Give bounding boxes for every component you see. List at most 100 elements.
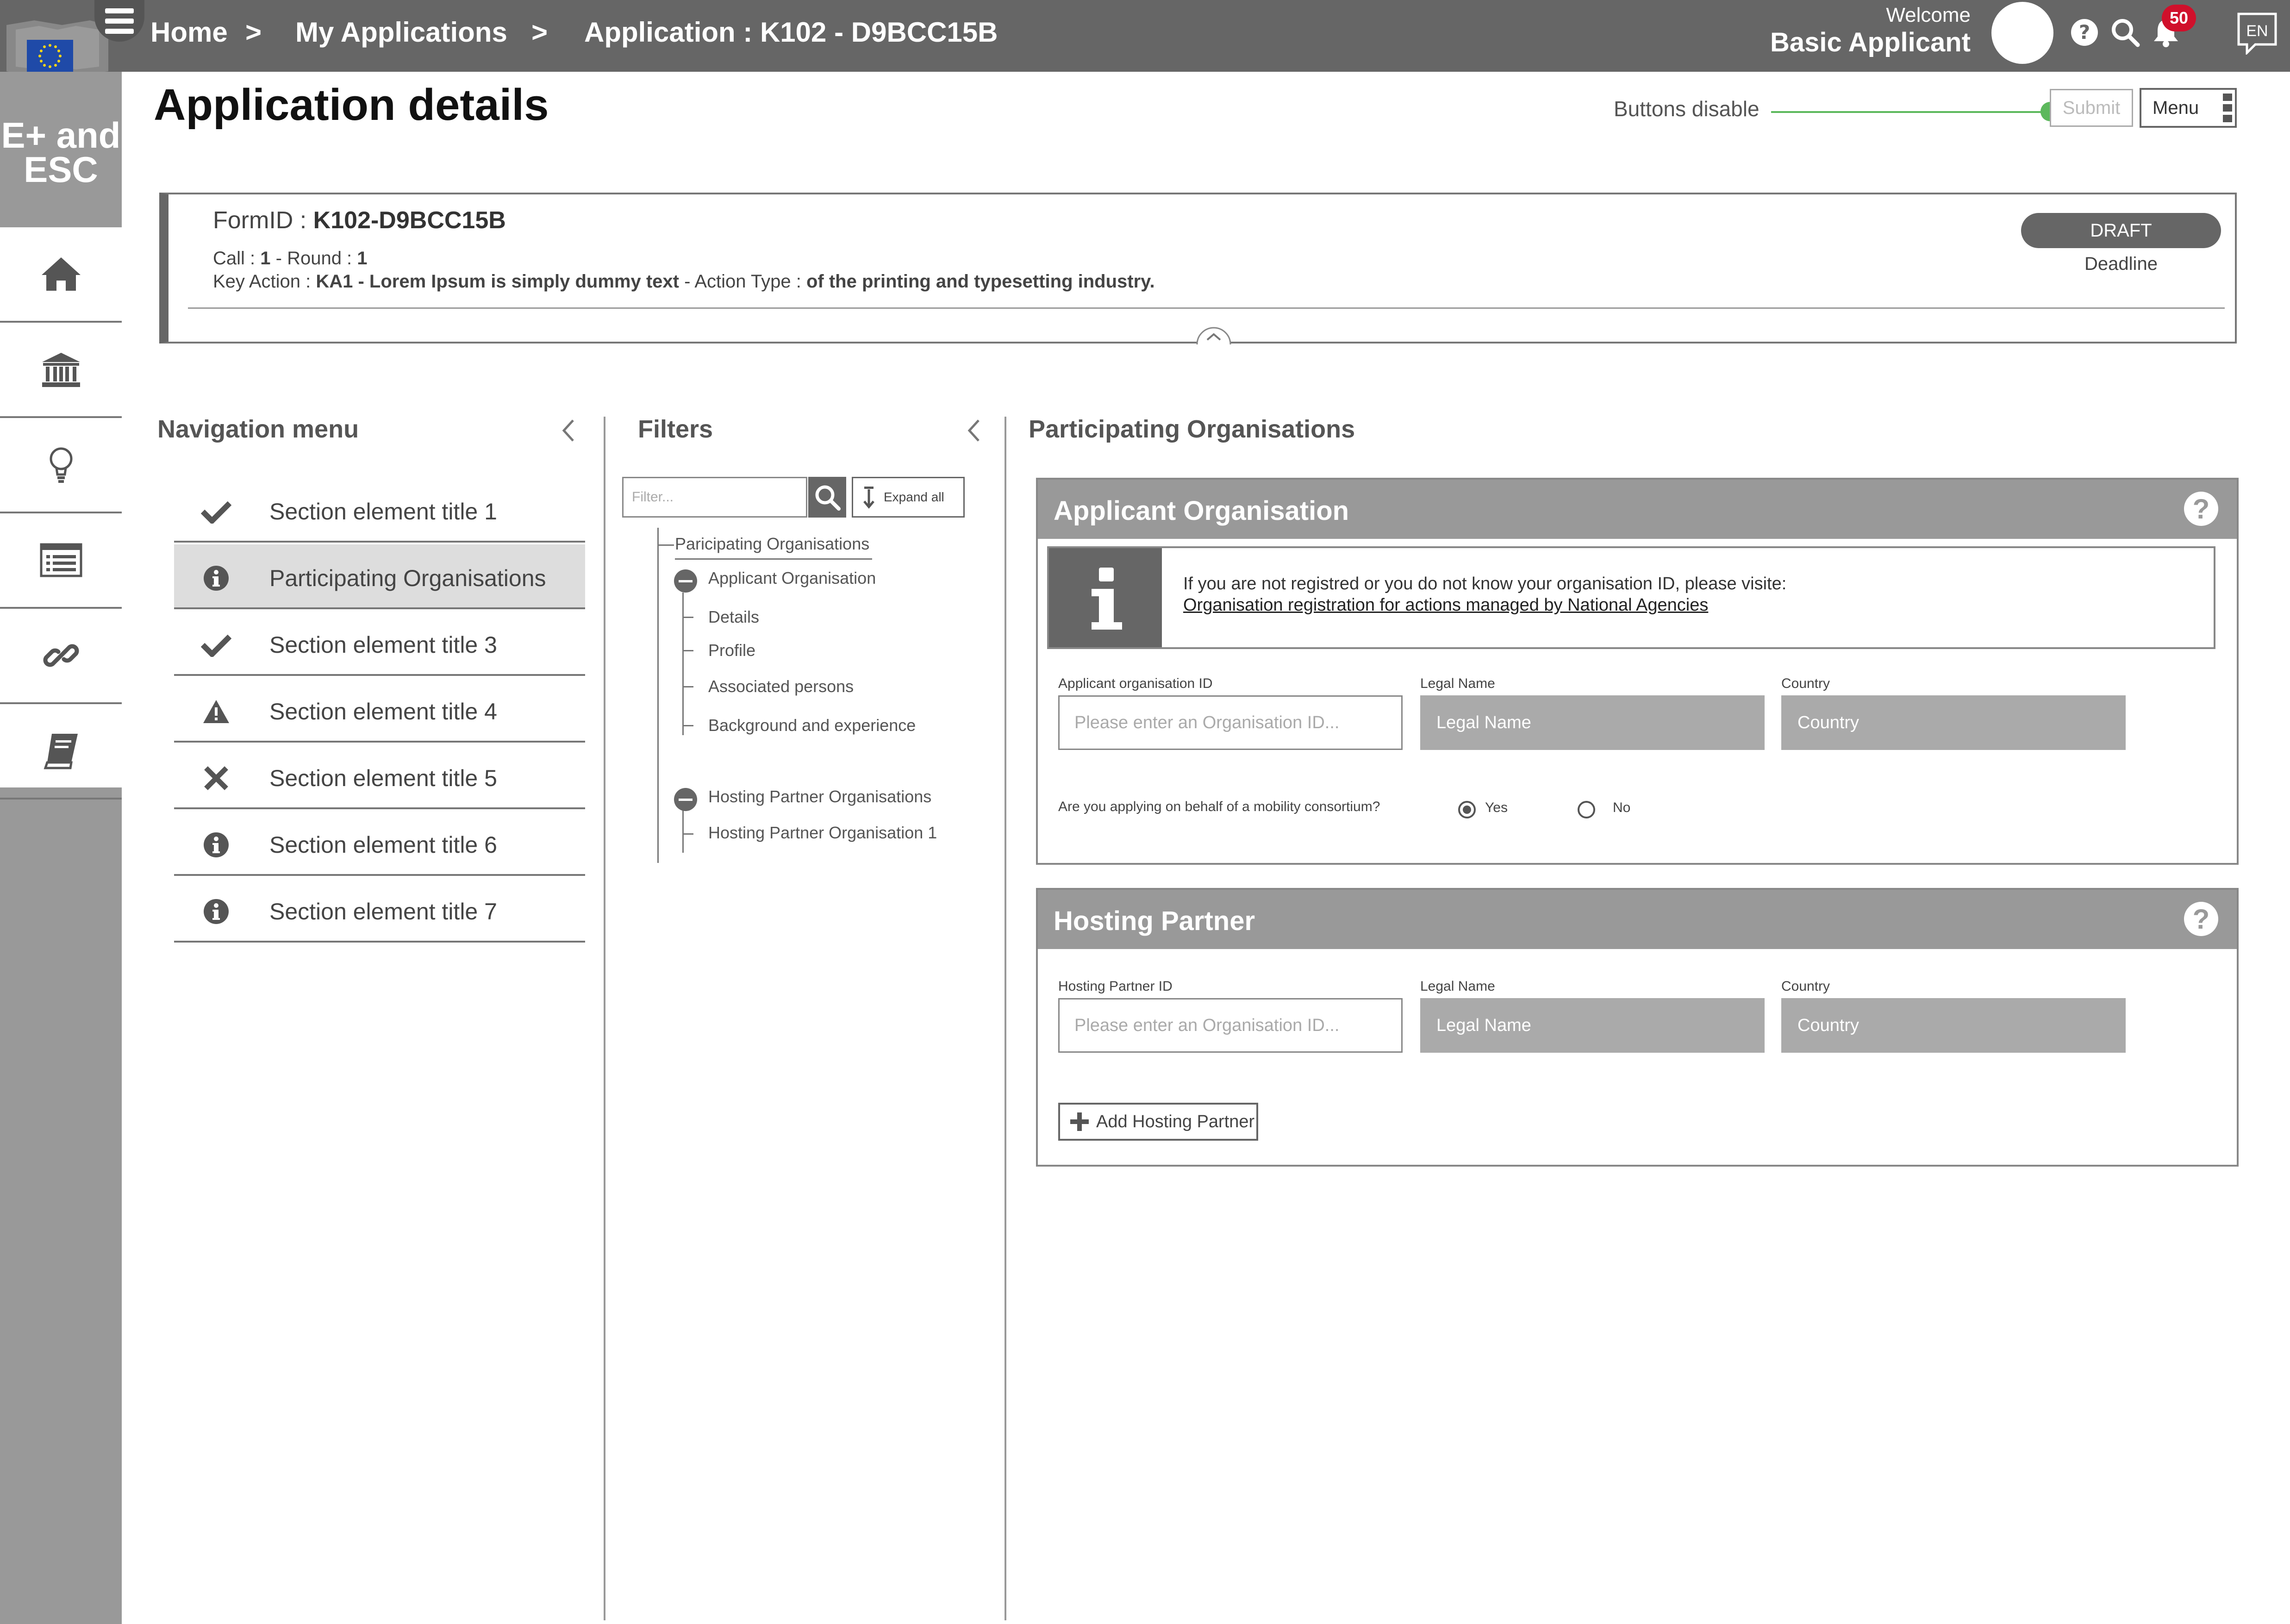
sidebar-item-home[interactable] xyxy=(0,227,122,323)
tree-line xyxy=(657,544,674,546)
svg-text:?: ? xyxy=(2079,21,2090,44)
tree-collapse-icon[interactable] xyxy=(674,788,697,811)
filters-title: Filters xyxy=(638,415,713,443)
nav-item-section-7[interactable]: Section element title 7 xyxy=(174,878,585,943)
info-icon xyxy=(201,896,231,927)
expand-arrow-icon xyxy=(863,487,874,509)
registration-link[interactable]: Organisation registration for actions ma… xyxy=(1183,595,1708,615)
info-text: If you are not registred or you do not k… xyxy=(1183,574,1787,593)
nav-item-section-4[interactable]: Section element title 4 xyxy=(174,678,585,743)
country-label: Country xyxy=(1781,979,1830,994)
tree-line xyxy=(682,686,693,687)
action-type-value: of the printing and typesetting industry… xyxy=(806,271,1155,292)
filter-search-button[interactable] xyxy=(808,477,846,518)
filter-input[interactable]: Filter... xyxy=(622,477,807,518)
breadcrumb-my-applications[interactable]: My Applications xyxy=(295,14,507,51)
call-round-line: Call : 1 - Round : 1 xyxy=(213,248,368,269)
nav-item-label: Section element title 1 xyxy=(269,499,497,525)
book-icon xyxy=(44,734,78,769)
menu-button-label: Menu xyxy=(2153,97,2199,118)
tree-item-background-experience[interactable]: Background and experience xyxy=(708,716,916,735)
sidebar-item-list[interactable] xyxy=(0,513,122,609)
add-hosting-partner-button[interactable]: Add Hosting Partner xyxy=(1058,1103,1258,1141)
collapse-left-chevron-icon[interactable] xyxy=(559,417,578,444)
country-field: Country xyxy=(1781,695,2126,750)
country-field: Country xyxy=(1781,998,2126,1053)
panel-header: Hosting Partner ? xyxy=(1038,890,2237,949)
breadcrumb-application: Application : K102 - D9BCC15B xyxy=(584,17,998,48)
check-icon xyxy=(201,630,231,660)
expand-all-button[interactable]: Expand all xyxy=(852,477,965,518)
radio-no-label: No xyxy=(1613,800,1631,815)
help-icon[interactable]: ? xyxy=(2184,492,2218,526)
sidebar-menu xyxy=(0,227,122,800)
collapse-left-chevron-icon[interactable] xyxy=(965,417,983,444)
radio-yes-label: Yes xyxy=(1485,800,1508,815)
form-id: FormID : K102-D9BCC15B xyxy=(213,206,506,234)
nav-item-section-3[interactable]: Section element title 3 xyxy=(174,611,585,676)
tree-item-participating-organisations[interactable]: Paricipating Organisations xyxy=(675,534,869,554)
nav-item-label: Section element title 5 xyxy=(269,765,497,791)
search-icon[interactable] xyxy=(2109,14,2141,51)
breadcrumb-home[interactable]: Home xyxy=(150,14,228,51)
nav-item-label: Section element title 6 xyxy=(269,832,497,858)
hosting-partner-panel: Hosting Partner ? Hosting Partner ID Ple… xyxy=(1036,888,2239,1167)
tree-item-profile[interactable]: Profile xyxy=(708,641,755,660)
hosting-id-input[interactable]: Please enter an Organisation ID... xyxy=(1058,998,1403,1053)
sidebar-item-ideas[interactable] xyxy=(0,418,122,513)
lightbulb-icon xyxy=(50,447,72,483)
collapse-chevron-icon[interactable] xyxy=(1196,327,1231,345)
tree-line xyxy=(682,833,693,835)
column-divider xyxy=(604,417,605,1620)
legal-name-label: Legal Name xyxy=(1420,979,1495,994)
navigation-menu-title: Navigation menu xyxy=(157,415,359,443)
user-name: Basic Applicant xyxy=(1770,27,1971,57)
menu-button[interactable]: Menu xyxy=(2140,88,2237,128)
nav-item-label: Section element title 4 xyxy=(269,699,497,725)
search-icon xyxy=(815,485,841,511)
tree-item-associated-persons[interactable]: Associated persons xyxy=(708,677,854,696)
nav-item-section-6[interactable]: Section element title 6 xyxy=(174,811,585,876)
language-code: EN xyxy=(2246,22,2268,40)
call-value: 1 xyxy=(260,248,271,269)
key-action-line: Key Action : KA1 - Lorem Ipsum is simply… xyxy=(213,271,1155,292)
help-icon[interactable]: ? xyxy=(2184,902,2218,936)
nav-item-section-1[interactable]: Section element title 1 xyxy=(174,478,585,543)
tree-line xyxy=(682,593,684,735)
panel-title: Hosting Partner xyxy=(1054,906,1255,936)
breadcrumb-separator: > xyxy=(245,17,262,48)
form-id-value: K102-D9BCC15B xyxy=(313,207,506,234)
page-title: Application details xyxy=(154,80,549,130)
action-type-label: - Action Type : xyxy=(684,271,801,292)
list-card-icon xyxy=(40,543,82,577)
tree-item-applicant-organisation[interactable]: Applicant Organisation xyxy=(708,568,876,588)
link-icon xyxy=(43,644,79,667)
radio-yes[interactable] xyxy=(1458,801,1476,818)
tree-item-hosting-partner-organisations[interactable]: Hosting Partner Organisations xyxy=(708,787,931,806)
panel-header: Applicant Organisation ? xyxy=(1038,480,2237,539)
submit-button[interactable]: Submit xyxy=(2050,89,2133,127)
hosting-id-label: Hosting Partner ID xyxy=(1058,979,1173,994)
avatar[interactable] xyxy=(1991,2,2053,64)
key-action-label: Key Action : xyxy=(213,271,311,292)
nav-item-label: Section element title 3 xyxy=(269,632,497,658)
info-icon xyxy=(1049,548,1162,647)
warning-icon xyxy=(201,696,231,727)
sidebar-item-institution[interactable] xyxy=(0,323,122,418)
call-label: Call : xyxy=(213,248,256,269)
tree-item-details[interactable]: Details xyxy=(708,607,759,627)
nav-item-section-5[interactable]: Section element title 5 xyxy=(174,744,585,809)
round-value: 1 xyxy=(357,248,368,269)
tree-item-hosting-partner-1[interactable]: Hosting Partner Organisation 1 xyxy=(708,823,937,843)
nav-item-participating-organisations[interactable]: Participating Organisations xyxy=(174,544,585,609)
tree-collapse-icon[interactable] xyxy=(674,569,697,593)
sidebar-item-links[interactable] xyxy=(0,609,122,704)
left-sidebar: E+ and ESC xyxy=(0,72,122,1624)
help-icon[interactable]: ? xyxy=(2068,14,2101,51)
language-selector[interactable]: EN xyxy=(2237,12,2278,56)
applicant-id-input[interactable]: Please enter an Organisation ID... xyxy=(1058,695,1403,750)
tree-line xyxy=(682,617,693,618)
tree-line xyxy=(675,558,872,560)
radio-no[interactable] xyxy=(1578,801,1595,818)
sidebar-item-documents[interactable] xyxy=(0,704,122,800)
